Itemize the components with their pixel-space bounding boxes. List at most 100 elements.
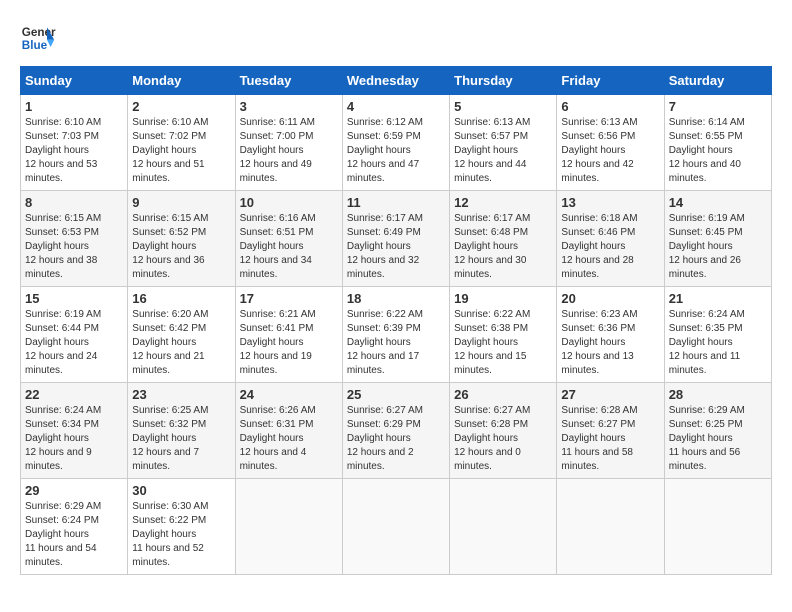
day-number: 20 xyxy=(561,291,659,306)
day-number: 6 xyxy=(561,99,659,114)
calendar-cell xyxy=(235,479,342,575)
day-detail: Sunrise: 6:11 AM Sunset: 7:00 PM Dayligh… xyxy=(240,116,338,186)
calendar-week-row: 1 Sunrise: 6:10 AM Sunset: 7:03 PM Dayli… xyxy=(21,95,772,191)
calendar-cell: 7 Sunrise: 6:14 AM Sunset: 6:55 PM Dayli… xyxy=(664,95,771,191)
day-detail: Sunrise: 6:16 AM Sunset: 6:51 PM Dayligh… xyxy=(240,212,338,282)
day-detail: Sunrise: 6:27 AM Sunset: 6:29 PM Dayligh… xyxy=(347,404,445,474)
calendar-week-row: 15 Sunrise: 6:19 AM Sunset: 6:44 PM Dayl… xyxy=(21,287,772,383)
calendar-cell: 25 Sunrise: 6:27 AM Sunset: 6:29 PM Dayl… xyxy=(342,383,449,479)
day-detail: Sunrise: 6:12 AM Sunset: 6:59 PM Dayligh… xyxy=(347,116,445,186)
day-detail: Sunrise: 6:13 AM Sunset: 6:56 PM Dayligh… xyxy=(561,116,659,186)
calendar-cell: 22 Sunrise: 6:24 AM Sunset: 6:34 PM Dayl… xyxy=(21,383,128,479)
day-detail: Sunrise: 6:24 AM Sunset: 6:34 PM Dayligh… xyxy=(25,404,123,474)
day-number: 30 xyxy=(132,483,230,498)
day-number: 10 xyxy=(240,195,338,210)
calendar-cell xyxy=(557,479,664,575)
calendar-cell: 1 Sunrise: 6:10 AM Sunset: 7:03 PM Dayli… xyxy=(21,95,128,191)
day-number: 29 xyxy=(25,483,123,498)
calendar-cell xyxy=(664,479,771,575)
day-number: 11 xyxy=(347,195,445,210)
day-detail: Sunrise: 6:22 AM Sunset: 6:39 PM Dayligh… xyxy=(347,308,445,378)
day-number: 22 xyxy=(25,387,123,402)
calendar-cell: 21 Sunrise: 6:24 AM Sunset: 6:35 PM Dayl… xyxy=(664,287,771,383)
weekday-header: Tuesday xyxy=(235,67,342,95)
weekday-header: Wednesday xyxy=(342,67,449,95)
day-detail: Sunrise: 6:19 AM Sunset: 6:45 PM Dayligh… xyxy=(669,212,767,282)
day-detail: Sunrise: 6:10 AM Sunset: 7:03 PM Dayligh… xyxy=(25,116,123,186)
day-detail: Sunrise: 6:13 AM Sunset: 6:57 PM Dayligh… xyxy=(454,116,552,186)
day-detail: Sunrise: 6:24 AM Sunset: 6:35 PM Dayligh… xyxy=(669,308,767,378)
day-detail: Sunrise: 6:17 AM Sunset: 6:49 PM Dayligh… xyxy=(347,212,445,282)
calendar-cell: 18 Sunrise: 6:22 AM Sunset: 6:39 PM Dayl… xyxy=(342,287,449,383)
day-detail: Sunrise: 6:20 AM Sunset: 6:42 PM Dayligh… xyxy=(132,308,230,378)
calendar-cell: 3 Sunrise: 6:11 AM Sunset: 7:00 PM Dayli… xyxy=(235,95,342,191)
day-number: 12 xyxy=(454,195,552,210)
day-detail: Sunrise: 6:30 AM Sunset: 6:22 PM Dayligh… xyxy=(132,500,230,570)
calendar-cell: 2 Sunrise: 6:10 AM Sunset: 7:02 PM Dayli… xyxy=(128,95,235,191)
calendar-cell: 30 Sunrise: 6:30 AM Sunset: 6:22 PM Dayl… xyxy=(128,479,235,575)
logo-icon: General Blue xyxy=(20,20,56,56)
day-detail: Sunrise: 6:28 AM Sunset: 6:27 PM Dayligh… xyxy=(561,404,659,474)
day-detail: Sunrise: 6:23 AM Sunset: 6:36 PM Dayligh… xyxy=(561,308,659,378)
calendar-cell: 5 Sunrise: 6:13 AM Sunset: 6:57 PM Dayli… xyxy=(450,95,557,191)
day-number: 23 xyxy=(132,387,230,402)
calendar-cell: 20 Sunrise: 6:23 AM Sunset: 6:36 PM Dayl… xyxy=(557,287,664,383)
calendar-cell: 14 Sunrise: 6:19 AM Sunset: 6:45 PM Dayl… xyxy=(664,191,771,287)
day-number: 17 xyxy=(240,291,338,306)
weekday-header: Saturday xyxy=(664,67,771,95)
calendar-cell: 8 Sunrise: 6:15 AM Sunset: 6:53 PM Dayli… xyxy=(21,191,128,287)
calendar-cell: 28 Sunrise: 6:29 AM Sunset: 6:25 PM Dayl… xyxy=(664,383,771,479)
weekday-header: Thursday xyxy=(450,67,557,95)
day-number: 13 xyxy=(561,195,659,210)
day-detail: Sunrise: 6:25 AM Sunset: 6:32 PM Dayligh… xyxy=(132,404,230,474)
calendar-body: 1 Sunrise: 6:10 AM Sunset: 7:03 PM Dayli… xyxy=(21,95,772,575)
day-number: 15 xyxy=(25,291,123,306)
day-number: 16 xyxy=(132,291,230,306)
day-detail: Sunrise: 6:18 AM Sunset: 6:46 PM Dayligh… xyxy=(561,212,659,282)
day-number: 8 xyxy=(25,195,123,210)
calendar-cell: 13 Sunrise: 6:18 AM Sunset: 6:46 PM Dayl… xyxy=(557,191,664,287)
day-number: 7 xyxy=(669,99,767,114)
day-number: 1 xyxy=(25,99,123,114)
day-number: 28 xyxy=(669,387,767,402)
day-number: 4 xyxy=(347,99,445,114)
calendar-cell: 26 Sunrise: 6:27 AM Sunset: 6:28 PM Dayl… xyxy=(450,383,557,479)
calendar-week-row: 29 Sunrise: 6:29 AM Sunset: 6:24 PM Dayl… xyxy=(21,479,772,575)
calendar-cell: 6 Sunrise: 6:13 AM Sunset: 6:56 PM Dayli… xyxy=(557,95,664,191)
calendar-header: SundayMondayTuesdayWednesdayThursdayFrid… xyxy=(21,67,772,95)
calendar-cell: 15 Sunrise: 6:19 AM Sunset: 6:44 PM Dayl… xyxy=(21,287,128,383)
calendar-cell: 29 Sunrise: 6:29 AM Sunset: 6:24 PM Dayl… xyxy=(21,479,128,575)
day-detail: Sunrise: 6:21 AM Sunset: 6:41 PM Dayligh… xyxy=(240,308,338,378)
day-detail: Sunrise: 6:22 AM Sunset: 6:38 PM Dayligh… xyxy=(454,308,552,378)
day-detail: Sunrise: 6:14 AM Sunset: 6:55 PM Dayligh… xyxy=(669,116,767,186)
day-detail: Sunrise: 6:26 AM Sunset: 6:31 PM Dayligh… xyxy=(240,404,338,474)
calendar-cell: 10 Sunrise: 6:16 AM Sunset: 6:51 PM Dayl… xyxy=(235,191,342,287)
page-header: General Blue xyxy=(20,20,772,56)
day-number: 24 xyxy=(240,387,338,402)
calendar-cell: 27 Sunrise: 6:28 AM Sunset: 6:27 PM Dayl… xyxy=(557,383,664,479)
day-detail: Sunrise: 6:29 AM Sunset: 6:24 PM Dayligh… xyxy=(25,500,123,570)
day-number: 3 xyxy=(240,99,338,114)
day-number: 5 xyxy=(454,99,552,114)
calendar-week-row: 8 Sunrise: 6:15 AM Sunset: 6:53 PM Dayli… xyxy=(21,191,772,287)
day-number: 21 xyxy=(669,291,767,306)
calendar-table: SundayMondayTuesdayWednesdayThursdayFrid… xyxy=(20,66,772,575)
calendar-cell: 17 Sunrise: 6:21 AM Sunset: 6:41 PM Dayl… xyxy=(235,287,342,383)
logo: General Blue xyxy=(20,20,56,56)
day-number: 27 xyxy=(561,387,659,402)
calendar-cell: 16 Sunrise: 6:20 AM Sunset: 6:42 PM Dayl… xyxy=(128,287,235,383)
day-detail: Sunrise: 6:29 AM Sunset: 6:25 PM Dayligh… xyxy=(669,404,767,474)
day-number: 2 xyxy=(132,99,230,114)
calendar-cell: 9 Sunrise: 6:15 AM Sunset: 6:52 PM Dayli… xyxy=(128,191,235,287)
calendar-cell xyxy=(342,479,449,575)
day-detail: Sunrise: 6:19 AM Sunset: 6:44 PM Dayligh… xyxy=(25,308,123,378)
day-number: 14 xyxy=(669,195,767,210)
calendar-cell: 24 Sunrise: 6:26 AM Sunset: 6:31 PM Dayl… xyxy=(235,383,342,479)
calendar-cell: 4 Sunrise: 6:12 AM Sunset: 6:59 PM Dayli… xyxy=(342,95,449,191)
day-detail: Sunrise: 6:27 AM Sunset: 6:28 PM Dayligh… xyxy=(454,404,552,474)
calendar-cell: 12 Sunrise: 6:17 AM Sunset: 6:48 PM Dayl… xyxy=(450,191,557,287)
day-number: 25 xyxy=(347,387,445,402)
day-number: 18 xyxy=(347,291,445,306)
calendar-cell: 11 Sunrise: 6:17 AM Sunset: 6:49 PM Dayl… xyxy=(342,191,449,287)
day-detail: Sunrise: 6:15 AM Sunset: 6:52 PM Dayligh… xyxy=(132,212,230,282)
